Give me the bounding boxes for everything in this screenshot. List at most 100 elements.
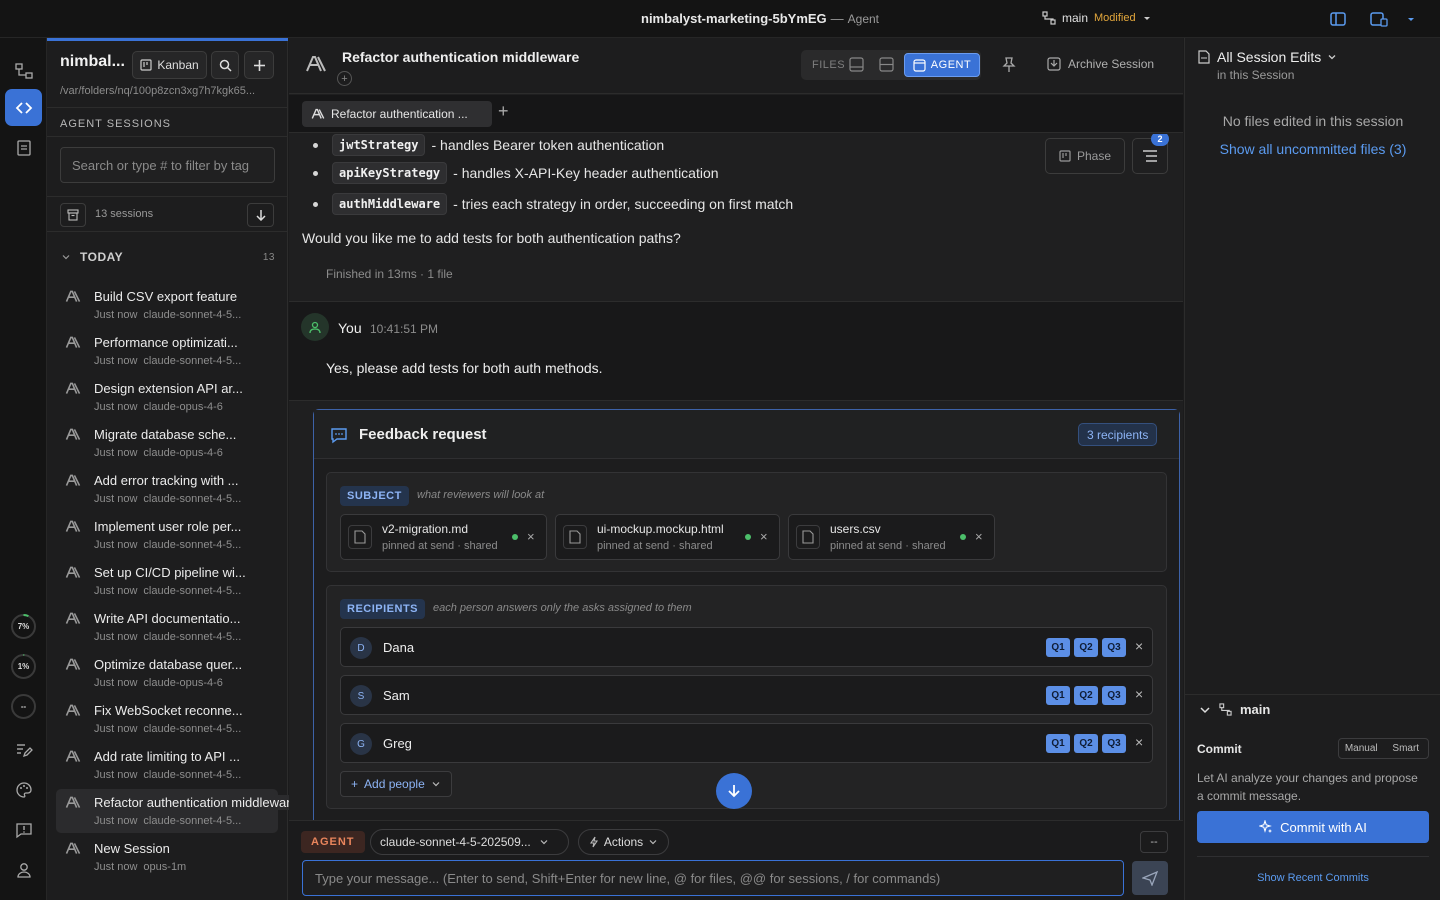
remove-recipient-icon[interactable]: × <box>1135 638 1143 654</box>
workspace-name[interactable]: nimbal... <box>60 53 125 71</box>
remove-file-icon[interactable]: × <box>527 529 535 544</box>
rail-graph-button[interactable] <box>5 52 42 89</box>
rail-theme-button[interactable] <box>5 771 42 808</box>
session-item[interactable]: Build CSV export feature Just now claude-s… <box>56 283 278 327</box>
ask-chip[interactable]: Q2 <box>1074 638 1098 657</box>
rail-feedback-button[interactable] <box>5 811 42 848</box>
agent-mode-button[interactable]: AGENT <box>904 53 980 77</box>
rail-edit-button[interactable] <box>5 731 42 768</box>
bullet-text: - handles Bearer token authentication <box>431 137 665 153</box>
subject-file-card[interactable]: v2-migration.md pinned at send · shared … <box>340 514 547 560</box>
file-icon <box>348 525 372 549</box>
ask-chip[interactable]: Q3 <box>1102 734 1126 753</box>
branch-row[interactable]: main <box>1185 694 1440 724</box>
branch-selector[interactable]: main Modified <box>1042 11 1152 25</box>
archive-session-button[interactable]: Archive Session <box>1047 57 1154 71</box>
files-mode-label[interactable]: FILES <box>812 59 845 71</box>
ask-chip[interactable]: Q2 <box>1074 686 1098 705</box>
ask-chip[interactable]: Q1 <box>1046 638 1070 657</box>
session-item[interactable]: Optimize database quer... Just now claude-… <box>56 651 278 695</box>
edits-scope-selector[interactable]: All Session Edits <box>1217 49 1337 65</box>
session-item[interactable]: Implement user role per... Just now claude… <box>56 513 278 557</box>
ask-chip[interactable]: Q1 <box>1046 734 1070 753</box>
manual-mode-option[interactable]: Manual <box>1339 739 1384 758</box>
session-model: claude-sonnet-4-5... <box>143 585 242 597</box>
window-title: nimbalyst-marketing-5bYmEG — Agent <box>641 11 880 26</box>
sort-button[interactable] <box>247 203 274 227</box>
archive-filter-button[interactable] <box>60 203 86 227</box>
sparkle-icon <box>1259 820 1273 833</box>
search-sessions-button[interactable] <box>211 51 239 79</box>
ask-chip[interactable]: Q3 <box>1102 638 1126 657</box>
kanban-button[interactable]: Kanban <box>132 51 207 79</box>
actions-menu-button[interactable]: Actions <box>578 829 669 855</box>
show-uncommitted-link[interactable]: Show all uncommitted files (3) <box>1185 141 1440 157</box>
feedback-icon <box>15 822 32 838</box>
subject-file-card[interactable]: users.csv pinned at send · shared × <box>788 514 995 560</box>
files-layout-icon[interactable] <box>849 57 864 72</box>
session-tab[interactable]: Refactor authentication ... <box>302 101 492 127</box>
usage-ring-1[interactable]: 7% <box>10 613 37 640</box>
session-item[interactable]: Add rate limiting to API ... Just now clau… <box>56 743 278 787</box>
rail-account-button[interactable] <box>5 851 42 888</box>
edit-list-icon <box>16 743 33 757</box>
session-item[interactable]: Design extension API ar... Just now claude… <box>56 375 278 419</box>
session-meta: Just now claude-opus-4-6 <box>94 447 223 459</box>
session-item[interactable]: Write API documentatio... Just now claude-… <box>56 605 278 649</box>
ask-chip[interactable]: Q1 <box>1046 686 1070 705</box>
new-session-button[interactable] <box>244 51 274 79</box>
branch-name: main <box>1240 702 1271 717</box>
claude-session-icon <box>65 658 81 671</box>
session-model: claude-sonnet-4-5... <box>143 723 242 735</box>
split-layout-icon[interactable] <box>879 57 894 72</box>
session-item[interactable]: New Session Just now opus-1m <box>56 835 278 879</box>
layout-menu-chevron-icon[interactable] <box>1406 14 1416 24</box>
remove-file-icon[interactable]: × <box>760 529 768 544</box>
add-tag-icon[interactable]: + <box>337 71 352 86</box>
context-indicator-button[interactable]: -- <box>1140 831 1168 853</box>
remove-recipient-icon[interactable]: × <box>1135 686 1143 702</box>
model-selector[interactable]: claude-sonnet-4-5-202509... <box>370 829 569 855</box>
commit-description: Let AI analyze your changes and propose … <box>1197 771 1418 803</box>
subject-hint: what reviewers will look at <box>417 489 545 501</box>
rail-agent-button[interactable] <box>5 89 42 126</box>
message-input[interactable] <box>302 860 1124 896</box>
remove-recipient-icon[interactable]: × <box>1135 734 1143 750</box>
session-item[interactable]: Set up CI/CD pipeline wi... Just now claud… <box>56 559 278 603</box>
agent-mode-pill[interactable]: AGENT <box>301 831 365 853</box>
session-time: Just now <box>94 447 138 459</box>
phase-button[interactable]: Phase <box>1045 138 1125 174</box>
usage-ring-3[interactable]: -- <box>10 693 37 720</box>
ask-chip[interactable]: Q3 <box>1102 686 1126 705</box>
group-today-header[interactable]: TODAY 13 <box>60 250 275 264</box>
toggle-sidebar-icon[interactable] <box>1330 11 1346 27</box>
session-title[interactable]: Refactor authentication middleware <box>342 49 579 65</box>
session-item[interactable]: Performance optimizati... Just now claude-… <box>56 329 278 373</box>
show-recent-commits-link[interactable]: Show Recent Commits <box>1185 872 1440 884</box>
add-tab-button[interactable]: + <box>498 101 509 122</box>
session-title: Fix WebSocket reconne... <box>94 703 243 718</box>
commit-with-ai-button[interactable]: Commit with AI <box>1197 811 1429 843</box>
recipient-row: D Dana Q1 Q2 Q3 × <box>340 627 1153 667</box>
session-filter-input[interactable] <box>60 147 275 183</box>
usage-ring-2[interactable]: 1% <box>10 653 37 680</box>
recipients-badge[interactable]: 3 recipients <box>1078 423 1158 446</box>
user-name: You <box>338 320 362 336</box>
session-item[interactable]: Fix WebSocket reconne... Just now claude-s… <box>56 697 278 741</box>
add-people-button[interactable]: + Add people <box>340 771 452 797</box>
session-item[interactable]: Refactor authentication middleware Just n… <box>56 789 304 833</box>
subject-file-card[interactable]: ui-mockup.mockup.html pinned at send · s… <box>555 514 780 560</box>
smart-mode-option[interactable]: Smart <box>1384 739 1429 758</box>
pin-icon[interactable] <box>1002 57 1016 73</box>
send-button[interactable] <box>1132 861 1168 895</box>
session-item[interactable]: Add error tracking with ... Just now claud… <box>56 467 278 511</box>
rail-docs-button[interactable] <box>5 129 42 166</box>
scroll-to-bottom-button[interactable] <box>716 773 752 809</box>
bullet-item: jwtStrategy - handles Bearer token authen… <box>313 134 664 156</box>
toggle-right-panel-icon[interactable] <box>1370 11 1388 27</box>
remove-file-icon[interactable]: × <box>975 529 983 544</box>
ask-chip[interactable]: Q2 <box>1074 734 1098 753</box>
session-item[interactable]: Migrate database sche... Just now claude-o… <box>56 421 278 465</box>
agent-mode-label: AGENT <box>930 59 972 71</box>
session-meta: Just now claude-sonnet-4-5... <box>94 815 241 827</box>
